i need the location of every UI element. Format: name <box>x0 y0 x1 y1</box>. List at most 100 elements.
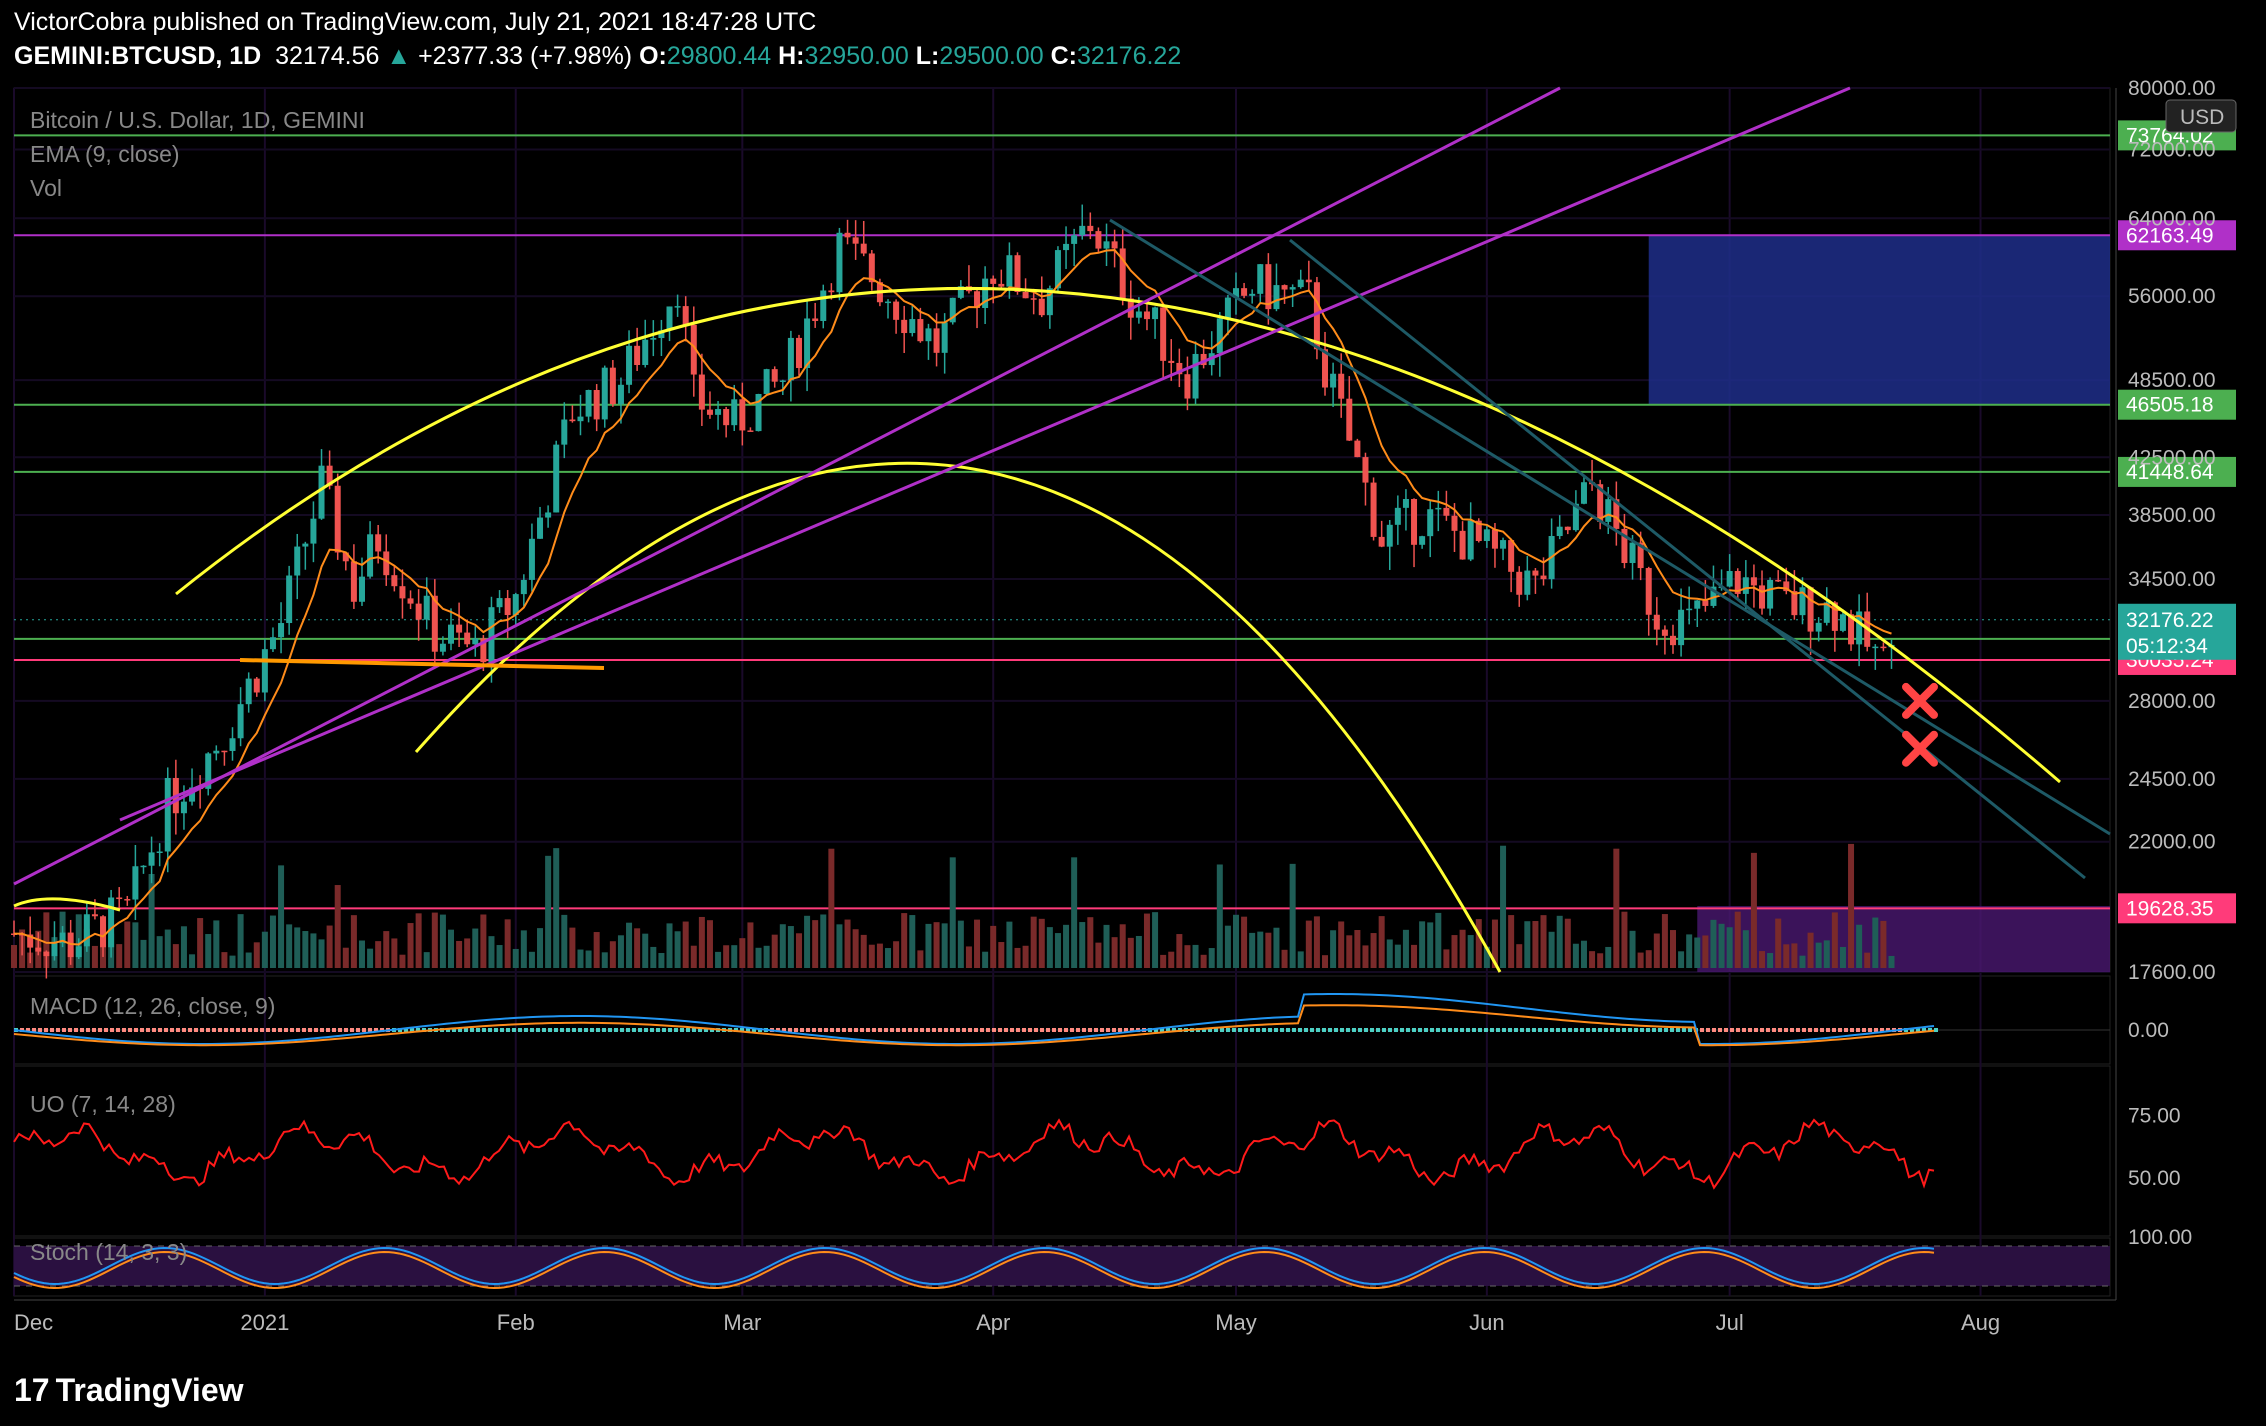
macd-hist-bar <box>878 1028 882 1032</box>
uo-line <box>13 1118 1935 1190</box>
candle-body <box>1370 482 1377 537</box>
ema-line <box>13 249 1892 946</box>
volume-bar <box>1451 935 1458 968</box>
macd-hist-bar <box>1676 1028 1680 1032</box>
volume-bar <box>698 916 705 968</box>
macd-hist-bar <box>578 1028 582 1032</box>
y-tick-label: 24500.00 <box>2128 768 2216 791</box>
macd-hist-bar <box>1778 1028 1782 1032</box>
volume-bar <box>860 934 867 968</box>
volume-bar <box>1184 945 1191 968</box>
volume-bar <box>1087 917 1094 968</box>
macd-hist-bar <box>1100 1028 1104 1032</box>
macd-hist-bar <box>1520 1028 1524 1032</box>
macd-hist-bar <box>1394 1028 1398 1032</box>
x-tick-label: Mar <box>723 1310 761 1335</box>
candle-body <box>1427 509 1434 537</box>
candle-body <box>269 637 276 650</box>
volume-bar <box>1686 934 1693 968</box>
volume-bar <box>1370 933 1377 968</box>
macd-hist-bar <box>1010 1028 1014 1032</box>
chart-canvas[interactable]: 73764.0262163.4946505.1841448.6431138.29… <box>0 0 2266 1426</box>
macd-hist-bar <box>356 1028 360 1032</box>
macd-hist-bar <box>332 1028 336 1032</box>
candle-body <box>609 367 616 405</box>
candle-body <box>132 866 139 900</box>
volume-bar <box>1831 912 1838 968</box>
candle-body <box>294 546 301 576</box>
macd-hist-bar <box>956 1028 960 1032</box>
macd-hist-bar <box>650 1028 654 1032</box>
macd-hist-bar <box>530 1028 534 1032</box>
candle-body <box>35 947 42 952</box>
macd-hist-bar <box>644 1028 648 1032</box>
macd-hist-bar <box>1016 1028 1020 1032</box>
candle-body <box>1872 646 1879 649</box>
volume-bar <box>156 936 163 968</box>
macd-hist-bar <box>1268 1028 1272 1032</box>
macd-hist-bar <box>1406 1028 1410 1032</box>
candle-body <box>464 632 471 645</box>
candle-body <box>731 399 738 426</box>
volume-bar <box>520 930 527 968</box>
macd-hist-bar <box>1472 1028 1476 1032</box>
macd-hist-bar <box>272 1028 276 1032</box>
macd-hist-bar <box>1766 1028 1770 1032</box>
volume-bar <box>1807 932 1814 968</box>
candle-body <box>1556 526 1563 537</box>
volume-bar <box>763 945 770 968</box>
macd-hist-bar <box>1610 1028 1614 1032</box>
macd-hist-bar <box>1508 1028 1512 1032</box>
volume-bar <box>1605 946 1612 968</box>
macd-hist-bar <box>278 1028 282 1032</box>
volume-bar <box>674 931 681 968</box>
uo-label: UO (7, 14, 28) <box>30 1091 176 1117</box>
macd-hist-bar <box>1550 1028 1554 1032</box>
candle-body <box>1661 629 1668 636</box>
candle-body <box>561 419 568 445</box>
channel-upper <box>13 86 1561 886</box>
volume-bar <box>601 952 608 968</box>
volume-bar <box>747 922 754 968</box>
candle-body <box>439 643 446 652</box>
volume-bar <box>642 933 649 968</box>
candle-body <box>1184 374 1191 399</box>
macd-hist-bar <box>134 1028 138 1032</box>
macd-hist-bar <box>1052 1028 1056 1032</box>
macd-hist-bar <box>866 1028 870 1032</box>
stoch-tick: 100.00 <box>2128 1226 2192 1249</box>
candle-body <box>100 916 107 948</box>
candle-body <box>375 534 382 552</box>
volume-bar <box>423 952 430 968</box>
volume-bar <box>965 946 972 968</box>
candle-body <box>820 290 827 321</box>
macd-hist-bar <box>1460 1028 1464 1032</box>
volume-bar <box>1475 919 1482 968</box>
x-marker <box>1902 730 1938 767</box>
macd-hist-bar <box>1466 1028 1470 1032</box>
volume-bar <box>464 938 471 968</box>
volume-bar <box>1095 942 1102 968</box>
volume-bar <box>1775 918 1782 968</box>
macd-hist-bar <box>1526 1028 1530 1032</box>
candle-body <box>148 852 155 866</box>
macd-hist-bar <box>476 1028 480 1032</box>
macd-hist-bar <box>1562 1028 1566 1032</box>
candle-body <box>1532 570 1539 576</box>
volume-bar <box>828 848 835 968</box>
macd-hist-bar <box>230 1028 234 1032</box>
volume-bar <box>472 928 479 968</box>
volume-bar <box>1322 955 1329 968</box>
volume-bar <box>836 924 843 968</box>
candle-body <box>1653 614 1660 630</box>
macd-hist-bar <box>626 1028 630 1032</box>
macd-hist-bar <box>1220 1028 1224 1032</box>
macd-hist-bar <box>1784 1028 1788 1032</box>
candle-body <box>1354 440 1361 458</box>
volume-bar <box>367 948 374 968</box>
volume-bar <box>1273 927 1280 968</box>
macd-hist-bar <box>1826 1028 1830 1032</box>
candle-body <box>634 345 641 366</box>
macd-hist-bar <box>1622 1028 1626 1032</box>
macd-hist-bar <box>848 1028 852 1032</box>
